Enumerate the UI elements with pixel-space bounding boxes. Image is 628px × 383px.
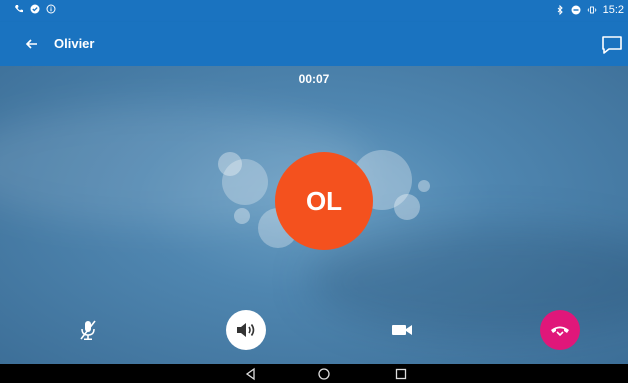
mute-button[interactable] <box>68 310 108 350</box>
call-area: 00:07 OL <box>0 66 628 364</box>
avatar-initials: OL <box>305 185 343 216</box>
status-left <box>14 4 56 14</box>
arrow-left-icon[interactable] <box>22 34 42 54</box>
decor-bubble <box>418 180 430 192</box>
speaker-button[interactable] <box>226 310 266 350</box>
call-timer: 00:07 <box>298 72 330 86</box>
system-nav-bar <box>0 364 628 383</box>
decor-bubble <box>234 208 250 224</box>
call-screen: 15:2 Olivier 00:07 OL <box>0 0 628 383</box>
bluetooth-icon <box>557 5 563 15</box>
avatar: OL <box>275 152 373 250</box>
recents-square-icon[interactable] <box>394 367 408 381</box>
status-bar: 15:2 <box>0 0 628 22</box>
video-camera-icon <box>392 325 412 335</box>
video-button[interactable] <box>382 310 422 350</box>
hang-up-icon <box>551 326 569 337</box>
phone-icon <box>15 5 23 13</box>
call-controls <box>0 310 628 358</box>
decor-bubble <box>394 194 420 220</box>
vibrate-icon <box>587 6 597 14</box>
status-right: 15:2 <box>555 4 624 16</box>
home-circle-icon[interactable] <box>317 367 331 381</box>
speaker-icon <box>237 323 255 337</box>
chat-bubble-icon[interactable] <box>600 34 624 56</box>
app-bar: Olivier <box>0 22 628 66</box>
mic-muted-icon <box>80 320 96 340</box>
check-circle-icon <box>30 4 40 14</box>
info-icon <box>46 4 56 14</box>
back-triangle-icon[interactable] <box>244 367 258 381</box>
hang-up-button[interactable] <box>540 310 580 350</box>
contact-name: Olivier <box>54 36 95 51</box>
decor-bubble <box>222 159 268 205</box>
clock: 15:2 <box>602 4 624 16</box>
do-not-disturb-icon <box>571 5 581 15</box>
